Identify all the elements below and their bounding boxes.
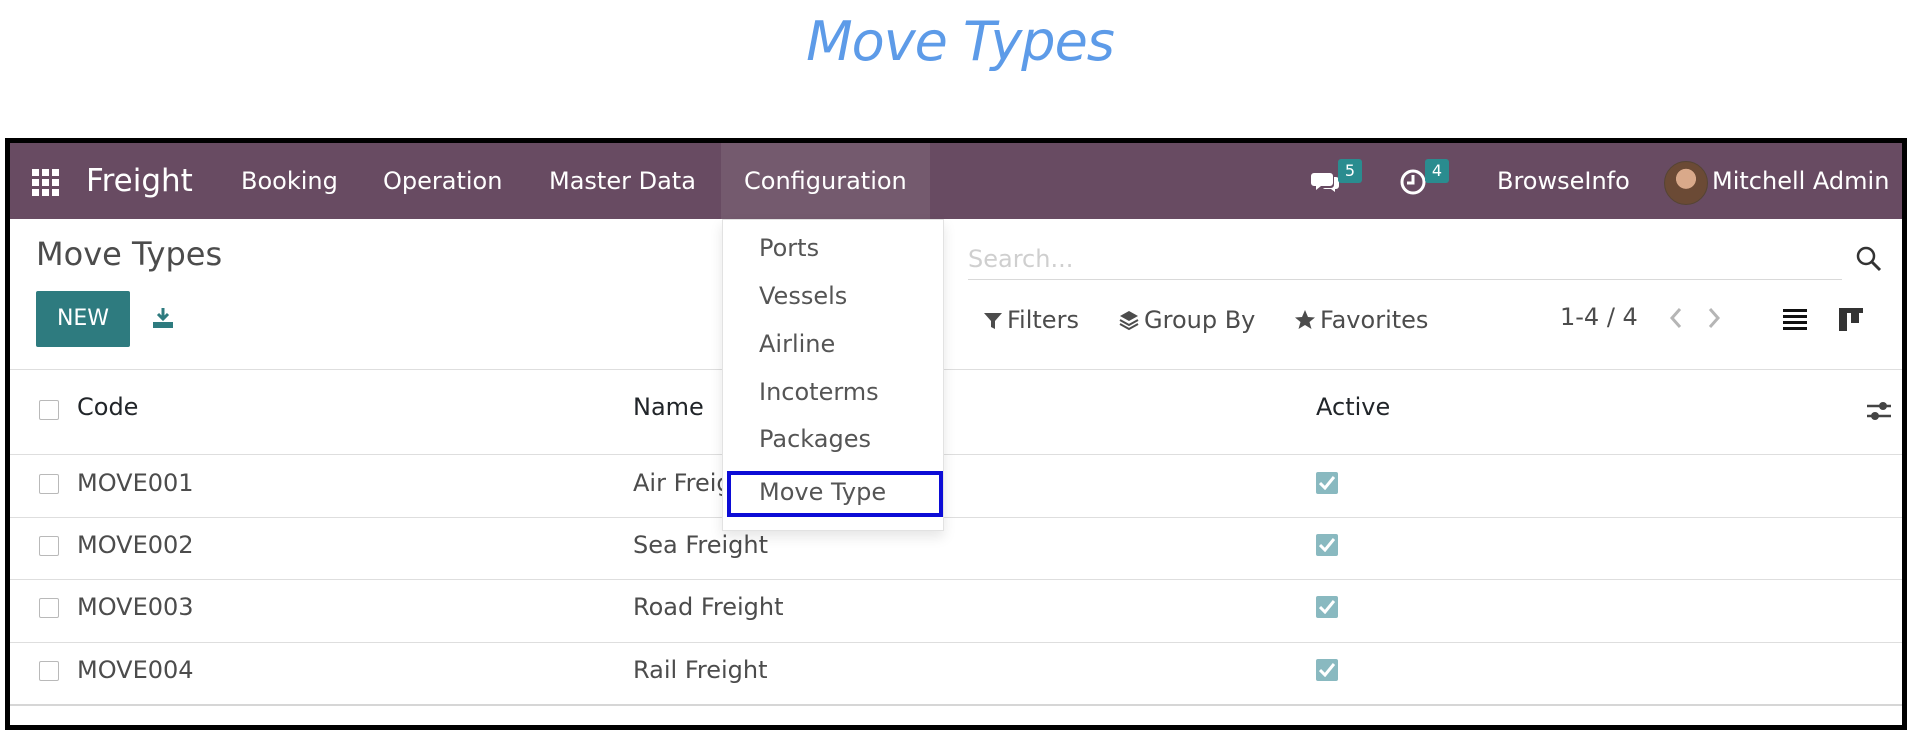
layers-icon xyxy=(1119,311,1139,331)
row-checkbox[interactable] xyxy=(39,474,59,494)
menu-operation[interactable]: Operation xyxy=(383,143,502,219)
app-brand[interactable]: Freight xyxy=(86,143,193,219)
code-cell[interactable]: MOVE003 xyxy=(77,590,194,624)
row-divider xyxy=(10,517,1902,518)
move-type-highlight-box xyxy=(727,471,943,517)
name-cell[interactable]: Sea Freight xyxy=(633,528,768,562)
messages-badge: 5 xyxy=(1338,159,1362,183)
row-checkbox[interactable] xyxy=(39,661,59,681)
header-divider xyxy=(10,454,1902,455)
messages-icon[interactable]: 5 xyxy=(1310,159,1362,197)
code-cell[interactable]: MOVE004 xyxy=(77,653,194,687)
apps-menu-icon[interactable] xyxy=(32,169,60,197)
code-cell[interactable]: MOVE002 xyxy=(77,528,194,562)
select-all-checkbox[interactable] xyxy=(39,400,59,420)
kanban-view-icon[interactable] xyxy=(1836,305,1866,333)
table-bottom-divider xyxy=(10,704,1902,706)
dropdown-item-vessels[interactable]: Vessels xyxy=(759,279,847,313)
dropdown-item-ports[interactable]: Ports xyxy=(759,231,819,265)
dropdown-item-airline[interactable]: Airline xyxy=(759,327,835,361)
column-header-active[interactable]: Active xyxy=(1316,390,1390,424)
company-switcher[interactable]: BrowseInfo xyxy=(1497,143,1630,219)
new-button[interactable]: NEW xyxy=(36,291,130,347)
star-icon xyxy=(1295,310,1315,329)
menu-booking[interactable]: Booking xyxy=(241,143,338,219)
dropdown-item-incoterms[interactable]: Incoterms xyxy=(759,375,879,409)
favorites-button[interactable]: Favorites xyxy=(1294,303,1428,337)
name-cell[interactable]: Road Freight xyxy=(633,590,784,624)
activities-badge: 4 xyxy=(1425,159,1449,183)
list-view-icon[interactable] xyxy=(1780,305,1810,333)
row-checkbox[interactable] xyxy=(39,536,59,556)
column-header-name[interactable]: Name xyxy=(633,390,704,424)
user-avatar[interactable] xyxy=(1664,161,1708,205)
filter-icon xyxy=(984,313,1002,329)
optional-columns-icon[interactable] xyxy=(1865,397,1893,425)
code-cell[interactable]: MOVE001 xyxy=(77,466,194,500)
download-icon[interactable] xyxy=(150,305,176,331)
active-checkbox xyxy=(1316,534,1338,556)
search-input[interactable] xyxy=(968,239,1842,280)
active-checkbox xyxy=(1316,659,1338,681)
row-divider xyxy=(10,579,1902,580)
group-by-label: Group By xyxy=(1144,306,1256,334)
row-divider xyxy=(10,642,1902,643)
filters-label: Filters xyxy=(1007,306,1079,334)
menu-master-data[interactable]: Master Data xyxy=(549,143,696,219)
favorites-label: Favorites xyxy=(1320,306,1429,334)
active-checkbox xyxy=(1316,472,1338,494)
active-checkbox xyxy=(1316,596,1338,618)
dropdown-item-packages[interactable]: Packages xyxy=(759,422,871,456)
row-checkbox[interactable] xyxy=(39,598,59,618)
group-by-button[interactable]: Group By xyxy=(1118,303,1255,337)
app-window: Freight Booking Operation Master Data Co… xyxy=(5,138,1907,730)
column-header-code[interactable]: Code xyxy=(77,390,138,424)
top-navbar: Freight Booking Operation Master Data Co… xyxy=(10,143,1902,219)
divider xyxy=(10,369,1902,370)
pager-value[interactable]: 1-4 / 4 xyxy=(1560,299,1638,335)
page-heading: Move Types xyxy=(806,10,1115,73)
user-menu[interactable]: Mitchell Admin xyxy=(1712,143,1889,219)
pager-next-icon[interactable] xyxy=(1704,305,1724,331)
breadcrumb-title: Move Types xyxy=(36,235,223,273)
name-cell[interactable]: Rail Freight xyxy=(633,653,768,687)
search-icon[interactable] xyxy=(1855,245,1883,273)
menu-configuration[interactable]: Configuration xyxy=(721,143,930,219)
configuration-dropdown: Ports Vessels Airline Incoterms Packages… xyxy=(722,219,944,531)
pager-previous-icon[interactable] xyxy=(1666,305,1686,331)
filters-button[interactable]: Filters xyxy=(983,303,1079,337)
activities-icon[interactable]: 4 xyxy=(1397,159,1449,197)
